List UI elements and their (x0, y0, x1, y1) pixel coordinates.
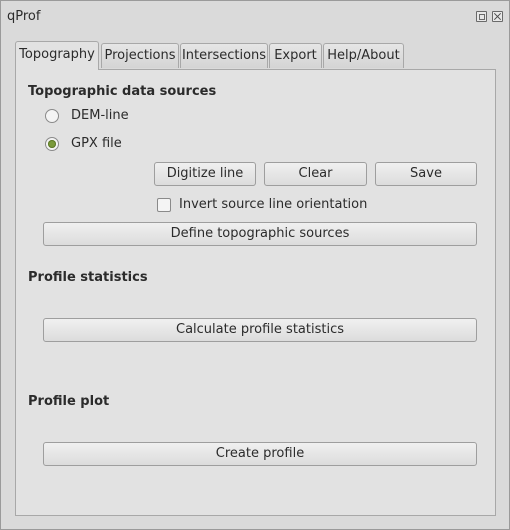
tab-export[interactable]: Export (269, 43, 322, 68)
tab-topography[interactable]: Topography (15, 41, 99, 70)
window-title: qProf (7, 9, 41, 24)
plot-section-title: Profile plot (28, 394, 110, 409)
gpx-file-radio[interactable] (45, 137, 59, 151)
invert-orientation-row[interactable]: Invert source line orientation (157, 197, 417, 215)
dem-line-radio[interactable] (45, 109, 59, 123)
define-topographic-sources-button[interactable]: Define topographic sources (43, 222, 477, 246)
gpx-file-radio-row[interactable]: GPX file (45, 136, 245, 154)
save-button[interactable]: Save (375, 162, 477, 186)
dem-line-label: DEM-line (71, 108, 129, 123)
title-bar: qProf (1, 1, 509, 33)
calculate-profile-statistics-button[interactable]: Calculate profile statistics (43, 318, 477, 342)
qprof-window: qProf Topography Projections Intersectio… (0, 0, 510, 530)
tab-help-about[interactable]: Help/About (323, 43, 404, 68)
topography-panel: Topographic data sources DEM-line GPX fi… (15, 69, 496, 516)
dem-line-radio-row[interactable]: DEM-line (45, 108, 245, 126)
float-icon[interactable] (476, 11, 487, 22)
stats-section-title: Profile statistics (28, 270, 148, 285)
tab-intersections[interactable]: Intersections (180, 43, 268, 68)
gpx-file-label: GPX file (71, 136, 122, 151)
invert-orientation-label: Invert source line orientation (179, 197, 368, 212)
create-profile-button[interactable]: Create profile (43, 442, 477, 466)
tab-projections[interactable]: Projections (101, 43, 179, 68)
sources-section-title: Topographic data sources (28, 84, 217, 99)
invert-orientation-checkbox[interactable] (157, 198, 171, 212)
close-icon[interactable] (492, 11, 503, 22)
digitize-line-button[interactable]: Digitize line (154, 162, 256, 186)
clear-button[interactable]: Clear (264, 162, 367, 186)
